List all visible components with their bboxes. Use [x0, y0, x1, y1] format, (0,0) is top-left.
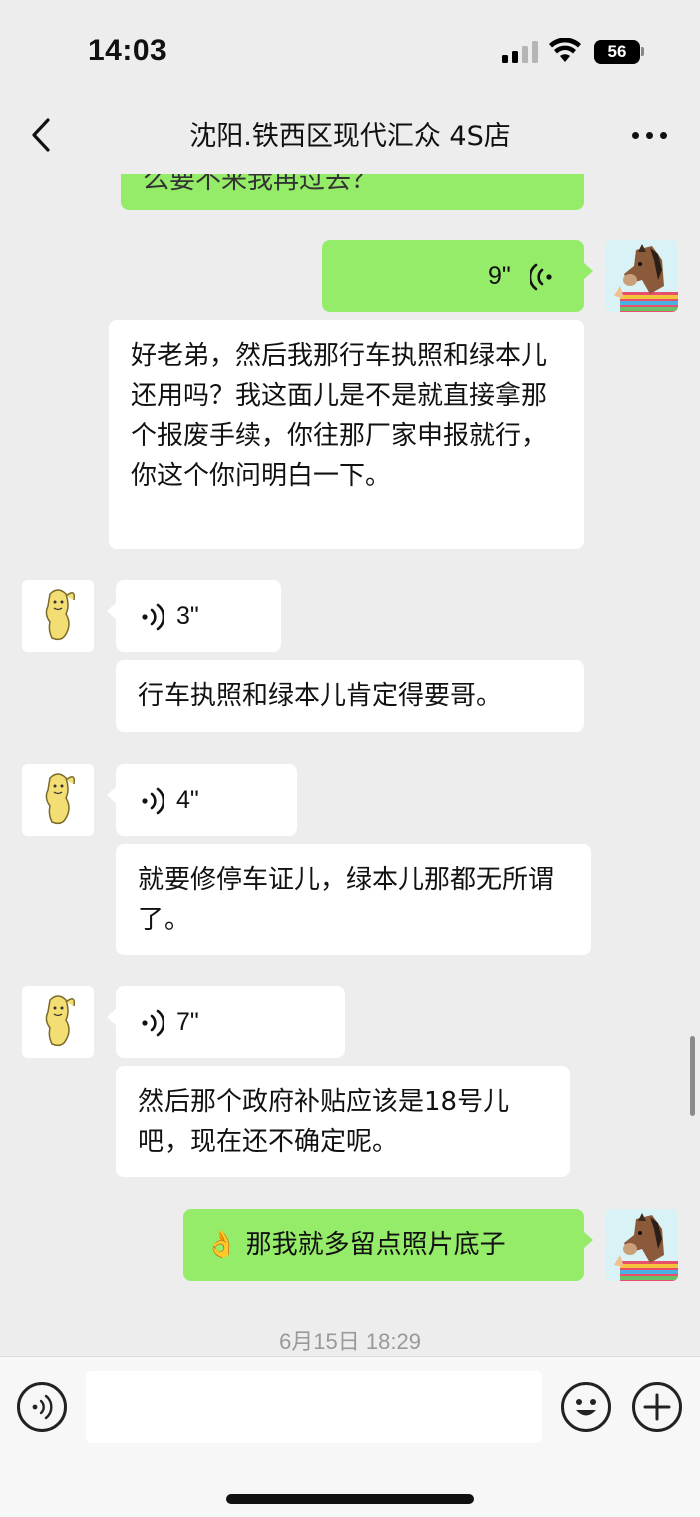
- more-dots-icon[interactable]: [628, 122, 672, 148]
- signal-icon: [502, 41, 540, 63]
- voice-duration: 3": [176, 602, 199, 630]
- friend-avatar[interactable]: [22, 986, 94, 1058]
- voice-wave-icon: [530, 263, 552, 291]
- plus-icon[interactable]: [632, 1382, 682, 1432]
- message-text: 👌 那我就多留点照片底子: [205, 1230, 506, 1260]
- friend-avatar[interactable]: [22, 764, 94, 836]
- voice-input-icon[interactable]: [17, 1382, 67, 1432]
- chat-area[interactable]: 么要不来我再过去？ 9" 好老弟，然后我那行车执照和绿本儿还用吗？我这面儿是不是…: [0, 174, 700, 1356]
- voice-message-bubble[interactable]: 7": [107, 986, 345, 1058]
- message-bubble[interactable]: 好老弟，然后我那行车执照和绿本儿还用吗？我这面儿是不是就直接拿那个报废手续，你往…: [109, 320, 584, 549]
- voice-message-bubble[interactable]: 3": [107, 580, 281, 652]
- my-avatar[interactable]: [606, 1209, 678, 1281]
- voice-wave-icon: [142, 787, 164, 815]
- voice-message-bubble[interactable]: 4": [107, 764, 297, 836]
- battery-tip: [641, 47, 644, 56]
- message-text: 好老弟，然后我那行车执照和绿本儿还用吗？我这面儿是不是就直接拿那个报废手续，你往…: [131, 341, 548, 491]
- wifi-icon: [549, 38, 581, 62]
- horse-avatar-icon: [606, 1209, 678, 1281]
- message-text: 就要修停车证儿，绿本儿那都无所谓了。: [138, 865, 555, 935]
- message-bubble[interactable]: 👌 那我就多留点照片底子: [183, 1209, 593, 1281]
- message-bubble[interactable]: 就要修停车证儿，绿本儿那都无所谓了。: [116, 844, 591, 955]
- yellow-figure-avatar-icon: [22, 764, 94, 836]
- voice-duration: 9": [488, 262, 511, 290]
- my-avatar[interactable]: [606, 240, 678, 312]
- message-text: 行车执照和绿本儿肯定得要哥。: [138, 681, 503, 711]
- message-text: 然后那个政府补贴应该是18号儿吧，现在还不确定呢。: [138, 1087, 510, 1157]
- nav-bar: 沈阳.铁西区现代汇众 4S店: [0, 100, 700, 174]
- voice-duration: 4": [176, 786, 199, 814]
- home-indicator: [226, 1494, 474, 1504]
- scrollbar[interactable]: [690, 1036, 695, 1116]
- message-input[interactable]: [86, 1371, 542, 1443]
- chevron-left-icon[interactable]: [20, 112, 60, 158]
- message-bubble[interactable]: 么要不来我再过去？: [121, 174, 584, 210]
- message-bubble[interactable]: 行车执照和绿本儿肯定得要哥。: [116, 660, 584, 732]
- voice-duration: 7": [176, 1008, 199, 1036]
- status-bar: 14:03 56: [0, 0, 700, 100]
- message-text: 么要不来我再过去？: [143, 174, 378, 195]
- message-timestamp: 6月15日 18:29: [279, 1329, 421, 1354]
- voice-wave-icon: [142, 1009, 164, 1037]
- friend-avatar[interactable]: [22, 580, 94, 652]
- voice-wave-icon: [142, 603, 164, 631]
- status-time: 14:03: [88, 34, 168, 67]
- input-bar: [0, 1356, 700, 1517]
- yellow-figure-avatar-icon: [22, 986, 94, 1058]
- emoji-icon[interactable]: [561, 1382, 611, 1432]
- yellow-figure-avatar-icon: [22, 580, 94, 652]
- chat-title: 沈阳.铁西区现代汇众 4S店: [189, 121, 511, 152]
- horse-avatar-icon: [606, 240, 678, 312]
- voice-message-bubble[interactable]: 9": [322, 240, 593, 312]
- battery-indicator: 56: [594, 40, 640, 64]
- message-bubble[interactable]: 然后那个政府补贴应该是18号儿吧，现在还不确定呢。: [116, 1066, 570, 1177]
